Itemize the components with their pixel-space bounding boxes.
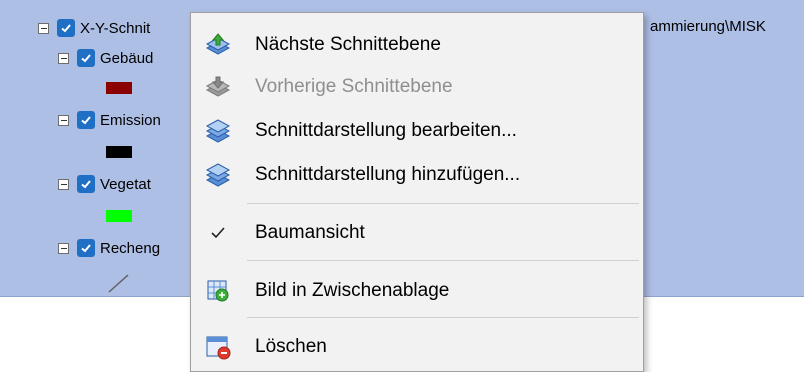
layers-edit-icon <box>205 118 231 144</box>
tree-node-label: Gebäud <box>100 49 154 67</box>
checkbox-checked-icon[interactable] <box>77 175 95 193</box>
color-swatch-darkred <box>106 82 132 94</box>
tree-node-label: Emission <box>100 111 161 129</box>
layers-up-icon <box>205 32 231 58</box>
color-swatch-black <box>106 146 132 158</box>
menu-item-copy-image-to-clipboard[interactable]: Bild in Zwischenablage <box>191 271 643 311</box>
collapse-icon[interactable] <box>58 52 69 64</box>
menu-item-tree-view[interactable]: Baumansicht <box>191 213 643 253</box>
menu-item-delete[interactable]: Löschen <box>191 327 643 367</box>
menu-item-next-section-plane[interactable]: Nächste Schnittebene <box>191 25 643 65</box>
menu-item-label: Löschen <box>255 336 327 357</box>
menu-item-edit-section-view[interactable]: Schnittdarstellung bearbeiten... <box>191 111 643 151</box>
line-style-icon <box>108 274 129 293</box>
collapse-icon[interactable] <box>58 178 69 190</box>
tree-node-root[interactable]: X-Y-Schnit <box>38 16 150 40</box>
tree-node-label: Recheng <box>100 239 161 257</box>
checkmark-icon <box>205 220 231 246</box>
collapse-icon[interactable] <box>38 22 49 34</box>
menu-item-label: Schnittdarstellung hinzufügen... <box>255 164 521 185</box>
tree-node-emission[interactable]: Emission <box>58 108 161 132</box>
checkbox-checked-icon[interactable] <box>77 111 95 129</box>
tree-node-path-tail: ammierung\MISK <box>650 18 766 35</box>
color-swatch-green <box>106 210 132 222</box>
menu-item-label: Nächste Schnittebene <box>255 34 441 55</box>
layers-add-icon <box>205 162 231 188</box>
menu-separator <box>247 203 639 204</box>
menu-item-label: Schnittdarstellung bearbeiten... <box>255 120 517 141</box>
checkbox-checked-icon[interactable] <box>77 239 95 257</box>
menu-item-label: Baumansicht <box>255 222 365 243</box>
tree-node-label: Vegetat <box>100 175 151 193</box>
tree-node-label: X-Y-Schnit <box>80 19 151 37</box>
collapse-icon[interactable] <box>58 114 69 126</box>
tree-node-vegetation[interactable]: Vegetat <box>58 172 151 196</box>
tree-node-gebaeude[interactable]: Gebäud <box>58 46 153 70</box>
menu-separator <box>247 260 639 261</box>
menu-separator <box>247 317 639 318</box>
delete-window-icon <box>205 334 231 360</box>
checkbox-checked-icon[interactable] <box>57 19 75 37</box>
menu-item-label: Vorherige Schnittebene <box>255 76 453 97</box>
clipboard-image-icon <box>205 278 231 304</box>
collapse-icon[interactable] <box>58 242 69 254</box>
tree-node-rechengebiet[interactable]: Recheng <box>58 236 160 260</box>
context-menu: Nächste Schnittebene Vorherige Schnitteb… <box>190 12 644 372</box>
menu-item-add-section-view[interactable]: Schnittdarstellung hinzufügen... <box>191 155 643 195</box>
checkbox-checked-icon[interactable] <box>77 49 95 67</box>
menu-item-label: Bild in Zwischenablage <box>255 280 450 301</box>
menu-item-previous-section-plane[interactable]: Vorherige Schnittebene <box>191 67 643 107</box>
layers-down-icon <box>205 74 231 100</box>
